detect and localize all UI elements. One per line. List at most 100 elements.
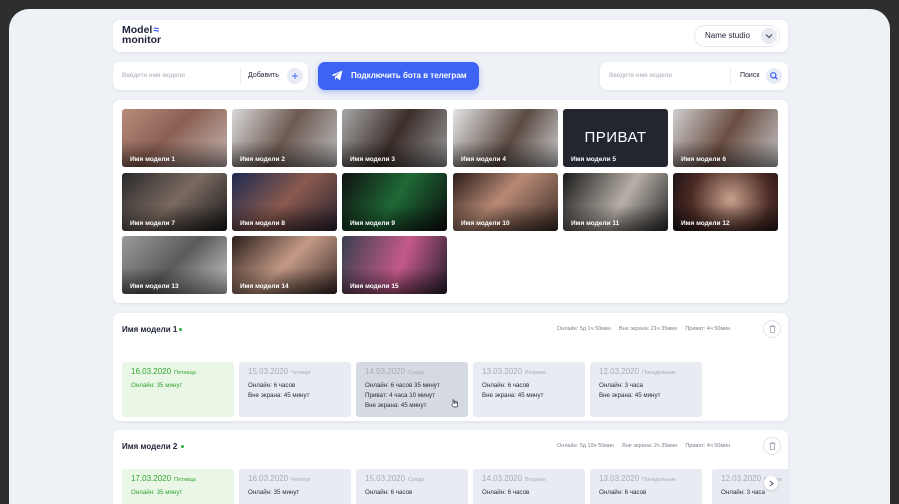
day-stat: Онлайн: 6 часов 35 минут [365,382,440,389]
model-tile-label: Имя модели 11 [571,220,620,227]
day-card[interactable]: 16.03.2020 Пятница Онлайн: 35 минут [122,362,234,417]
trash-icon[interactable] [764,321,780,337]
model-tile[interactable]: Имя модели 3 [342,109,447,167]
model-tile-label: Имя модели 3 [350,156,395,163]
stat-private: Приват: 4ч 50мин [685,326,731,332]
top-header: Model≈ monitor Name studio [113,20,788,52]
tile-overlay [563,205,668,231]
model-tile[interactable]: Имя модели 9 [342,173,447,231]
day-card[interactable]: 12.03.2020 Понедельник Онлайн: 3 часа Вне… [590,362,702,417]
model-tile[interactable]: Имя модели 1 [122,109,227,167]
model-tile[interactable]: Имя модели 7 [122,173,227,231]
model-name[interactable]: Имя модели 2 [122,442,177,451]
chevron-right-icon[interactable] [764,476,778,490]
connect-telegram-button[interactable]: Подключить бота в телеграм [318,62,479,90]
day-stat: Онлайн: 6 часов [482,489,530,496]
model-tile-label: Имя модели 14 [240,283,289,290]
day-card[interactable]: 16.03.2020 Четверг Онлайн: 35 минут [239,469,351,504]
day-stat: Онлайн: 35 минут [131,489,183,496]
day-card[interactable]: 17.03.2020 Пятница Онлайн: 35 минут [122,469,234,504]
search-input[interactable]: Введите имя модели [609,72,672,79]
add-button-label[interactable]: Добавить [248,72,279,79]
day-card-selected[interactable]: 14.03.2020 Среда Онлайн: 6 часов 35 минут… [356,362,468,417]
search-icon[interactable] [766,68,782,84]
logo-line2: monitor [122,33,162,46]
model-tile[interactable]: Имя модели 12 [673,173,778,231]
model-tile-label: Имя модели 2 [240,156,285,163]
connect-telegram-label: Подключить бота в телеграм [351,71,467,80]
chevron-down-icon[interactable] [761,28,777,44]
day-date: 17.03.2020 Пятница [131,474,196,483]
day-date: 13.03.2020 Понедельник [599,474,676,483]
day-stat: Вне экрана: 45 минут [248,392,310,399]
model-tile[interactable]: Имя модели 15 [342,236,447,294]
tile-overlay [453,141,558,167]
tile-overlay [122,205,227,231]
tile-overlay [232,141,337,167]
studio-name: Name studio [705,31,750,40]
trash-icon[interactable] [764,438,780,454]
stat-private: Приват: 4ч 50мин [685,443,731,449]
day-stat: Приват: 4 часа 10 минут [365,392,435,399]
plus-icon[interactable]: + [287,68,303,84]
day-stat: Онлайн: 3 часа [599,382,643,389]
tile-overlay [673,141,778,167]
model-tile[interactable]: Имя модели 8 [232,173,337,231]
day-stat: Онлайн: 6 часов [482,382,530,389]
day-date: 14.03.2020 Среда [365,367,425,376]
day-stat: Вне экрана: 45 минут [482,392,544,399]
model-tile-label: Имя модели 1 [130,156,175,163]
model-tile-label: Имя модели 4 [461,156,506,163]
model-tile[interactable]: Имя модели 14 [232,236,337,294]
day-stat: Вне экрана: 45 минут [365,402,427,409]
private-badge: ПРИВАТ [584,129,647,146]
day-date: 14.03.2020 Вторник [482,474,546,483]
telegram-plane-icon [331,70,343,81]
model-tile[interactable]: Имя модели 13 [122,236,227,294]
day-card[interactable]: 13.03.2020 Вторник Онлайн: 6 часов Вне эк… [473,362,585,417]
search-button-label[interactable]: Поиск [740,72,759,79]
day-card[interactable]: 15.03.2020 Среда Онлайн: 6 часов [356,469,468,504]
model-tile-label: Имя модели 8 [240,220,285,227]
online-indicator [179,328,182,331]
model-tile-label: Имя модели 7 [130,220,175,227]
divider [730,68,731,84]
day-date: 15.03.2020 Четверг [248,367,312,376]
studio-selector[interactable]: Name studio [695,26,779,46]
model-tile-label: Имя модели 10 [461,220,510,227]
model-tile[interactable]: Имя модели 10 [453,173,558,231]
model-tile-label: Имя модели 13 [130,283,179,290]
day-stat: Онлайн: 35 минут [248,489,300,496]
stat-online: Онлайн: 5д 19ч 50мин [557,443,615,449]
model-tile[interactable]: Имя модели 6 [673,109,778,167]
tile-overlay [232,268,337,294]
model-tile-label: Имя модели 6 [681,156,726,163]
hand-cursor-icon [451,399,458,408]
day-stat: Онлайн: 35 минут [131,382,183,389]
day-stat: Онлайн: 6 часов [248,382,296,389]
logo[interactable]: Model≈ monitor [122,25,162,46]
model-section-1: Имя модели 1 Онлайн: 5д 1ч 50мин Вне экра… [113,313,788,421]
day-card[interactable]: 13.03.2020 Понедельник Онлайн: 6 часов [590,469,702,504]
model-tile[interactable]: Имя модели 11 [563,173,668,231]
tile-overlay [122,268,227,294]
day-date: 12.03.2020 Понедельник [599,367,676,376]
day-date: 15.03.2020 Среда [365,474,425,483]
model-tile-private[interactable]: ПРИВАТ Имя модели 5 [563,109,668,167]
model-tile[interactable]: Имя модели 4 [453,109,558,167]
model-stats: Онлайн: 5д 19ч 50мин Вне экрана: 2ч 35мин… [549,443,730,449]
add-model-input[interactable]: Введите имя модели [122,72,185,79]
search-bar: Введите имя модели Поиск [600,62,788,90]
day-card[interactable]: 15.03.2020 Четверг Онлайн: 6 часов Вне эк… [239,362,351,417]
model-tile-label: Имя модели 12 [681,220,730,227]
divider [240,68,241,84]
model-section-2: Имя модели 2 Онлайн: 5д 19ч 50мин Вне экр… [113,430,788,504]
model-name[interactable]: Имя модели 1 [122,325,177,334]
stat-online: Онлайн: 5д 1ч 50мин [557,326,612,332]
tile-overlay [342,141,447,167]
tile-overlay [342,205,447,231]
day-stat: Онлайн: 6 часов [599,489,647,496]
day-card[interactable]: 14.03.2020 Вторник Онлайн: 6 часов [473,469,585,504]
tile-overlay [232,205,337,231]
model-tile[interactable]: Имя модели 2 [232,109,337,167]
